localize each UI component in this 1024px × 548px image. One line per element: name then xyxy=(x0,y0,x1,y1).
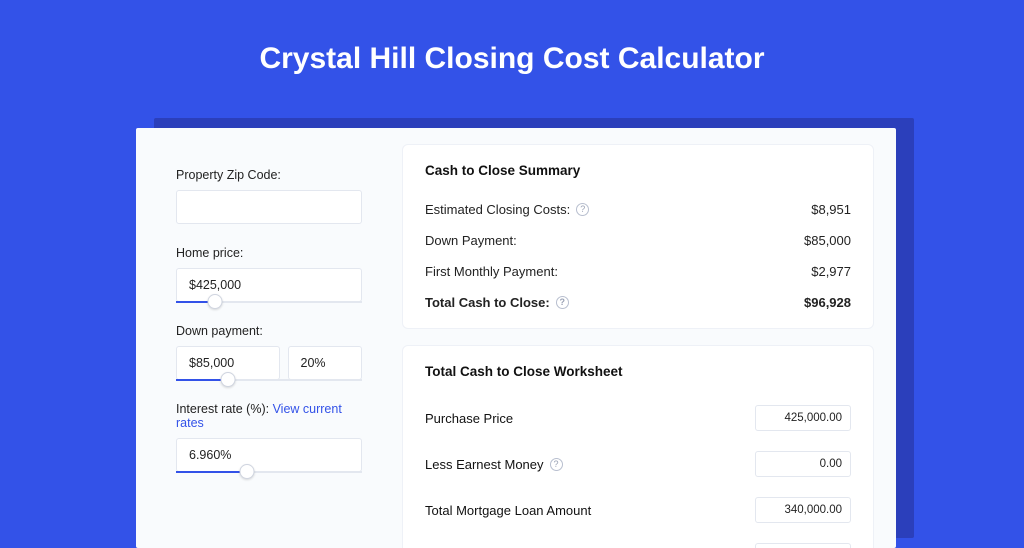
summary-row-label: Down Payment: xyxy=(425,233,517,248)
worksheet-heading: Total Cash to Close Worksheet xyxy=(425,364,851,379)
summary-row: Down Payment: $85,000 xyxy=(425,225,851,256)
worksheet-row: Total Mortgage Loan Amount xyxy=(425,487,851,533)
worksheet-value-input[interactable] xyxy=(755,497,851,523)
home-price-field: Home price: xyxy=(176,246,362,302)
zip-label: Property Zip Code: xyxy=(176,168,362,182)
summary-row: First Monthly Payment: $2,977 xyxy=(425,256,851,287)
inputs-column: Property Zip Code: Home price: Down paym… xyxy=(136,128,384,548)
summary-row: Estimated Closing Costs:? $8,951 xyxy=(425,194,851,225)
worksheet-row-label: Purchase Price xyxy=(425,411,513,426)
help-icon[interactable]: ? xyxy=(556,296,569,309)
worksheet-row-label: Total Mortgage Loan Amount xyxy=(425,503,591,518)
summary-row-label: Estimated Closing Costs:? xyxy=(425,202,589,217)
interest-rate-label: Interest rate (%): View current rates xyxy=(176,402,362,430)
summary-heading: Cash to Close Summary xyxy=(425,163,851,178)
results-column: Cash to Close Summary Estimated Closing … xyxy=(384,128,896,548)
interest-rate-label-text: Interest rate (%): xyxy=(176,402,273,416)
help-icon[interactable]: ? xyxy=(576,203,589,216)
down-payment-percent-input[interactable] xyxy=(288,346,362,380)
interest-rate-slider-thumb[interactable] xyxy=(239,464,254,479)
worksheet-value-input[interactable] xyxy=(755,543,851,548)
zip-input[interactable] xyxy=(176,190,362,224)
interest-rate-input[interactable] xyxy=(176,438,362,472)
summary-row-value: $8,951 xyxy=(811,202,851,217)
worksheet-row: Less Earnest Money? xyxy=(425,441,851,487)
home-price-input[interactable] xyxy=(176,268,362,302)
worksheet-row: Purchase Price xyxy=(425,395,851,441)
worksheet-card: Total Cash to Close Worksheet Purchase P… xyxy=(402,345,874,548)
down-payment-slider-thumb[interactable] xyxy=(221,372,236,387)
worksheet-value-input[interactable] xyxy=(755,405,851,431)
summary-card: Cash to Close Summary Estimated Closing … xyxy=(402,144,874,329)
home-price-slider-thumb[interactable] xyxy=(208,294,223,309)
worksheet-row: Total Second Mortgage Amount xyxy=(425,533,851,548)
help-icon[interactable]: ? xyxy=(550,458,563,471)
down-payment-field: Down payment: xyxy=(176,324,362,380)
calculator-panel: Property Zip Code: Home price: Down paym… xyxy=(136,128,896,548)
interest-rate-slider-fill xyxy=(176,471,247,473)
page-title: Crystal Hill Closing Cost Calculator xyxy=(0,0,1024,108)
summary-row: Total Cash to Close:? $96,928 xyxy=(425,287,851,318)
summary-row-value: $2,977 xyxy=(811,264,851,279)
worksheet-row-label: Less Earnest Money? xyxy=(425,457,563,472)
down-payment-label: Down payment: xyxy=(176,324,362,338)
summary-row-label: Total Cash to Close:? xyxy=(425,295,569,310)
summary-row-label: First Monthly Payment: xyxy=(425,264,558,279)
home-price-label: Home price: xyxy=(176,246,362,260)
worksheet-value-input[interactable] xyxy=(755,451,851,477)
summary-row-value: $85,000 xyxy=(804,233,851,248)
summary-row-value: $96,928 xyxy=(804,295,851,310)
zip-field: Property Zip Code: xyxy=(176,168,362,224)
interest-rate-field: Interest rate (%): View current rates xyxy=(176,402,362,472)
